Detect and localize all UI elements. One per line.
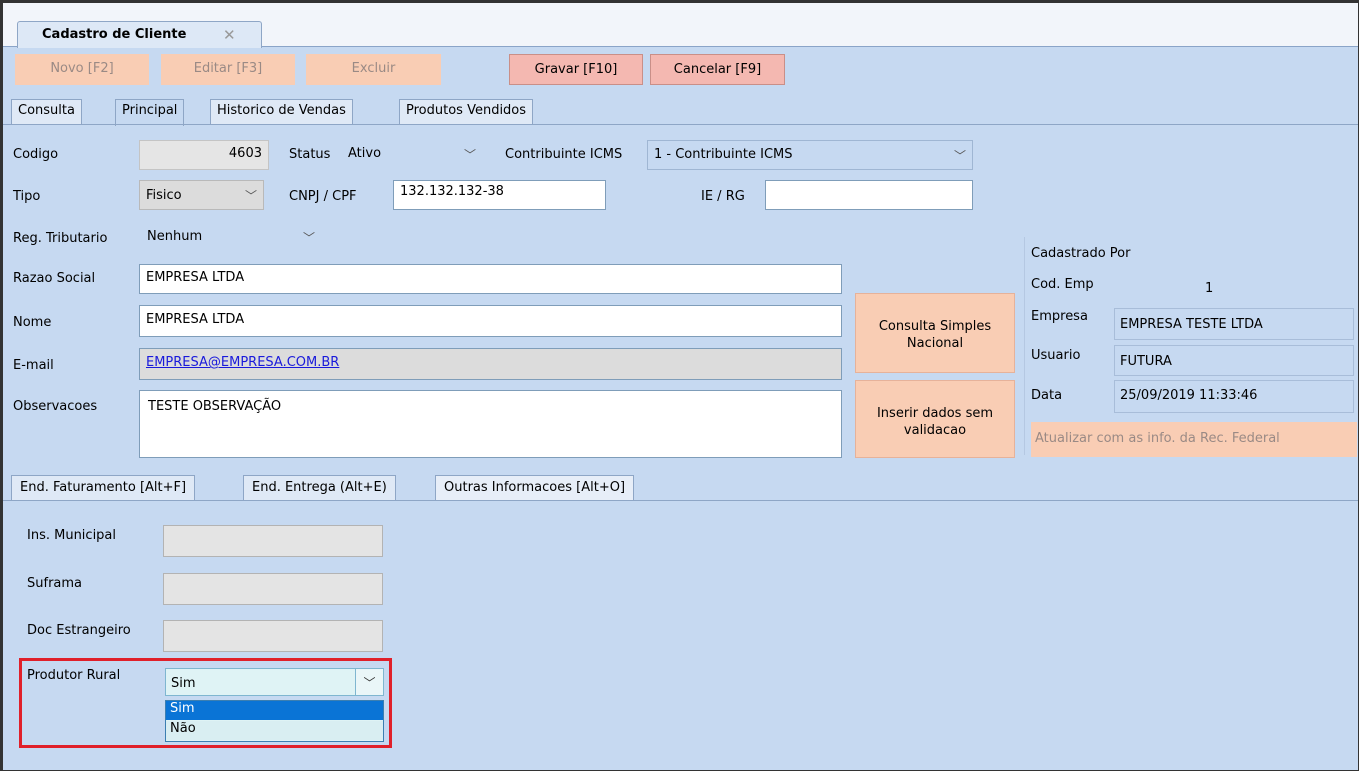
- status-select[interactable]: Ativo ﹀: [342, 140, 482, 170]
- tab-principal[interactable]: Principal: [115, 99, 185, 126]
- inserir-dados-sem-validacao-button[interactable]: Inserir dados sem validacao: [855, 380, 1015, 458]
- nome-label: Nome: [13, 315, 52, 330]
- icms-label: Contribuinte ICMS: [505, 147, 623, 162]
- status-label: Status: [289, 147, 331, 162]
- suframa-label: Suframa: [27, 576, 83, 591]
- inserir-line2: validacao: [903, 423, 967, 438]
- tab-end-entrega[interactable]: End. Entrega (Alt+E): [243, 475, 396, 501]
- codigo-field[interactable]: 4603: [139, 140, 269, 170]
- ie-field[interactable]: [765, 180, 973, 210]
- produtor-rural-select[interactable]: Sim ﹀: [165, 668, 384, 696]
- icms-select[interactable]: 1 - Contribuinte ICMS ﹀: [647, 140, 973, 170]
- reg-tributario-label: Reg. Tributario: [13, 231, 108, 246]
- razao-social-field[interactable]: EMPRESA LTDA: [139, 264, 842, 294]
- tab-produtos-vendidos[interactable]: Produtos Vendidos: [399, 99, 534, 124]
- document-tabstrip: Cadastro de Cliente ✕: [3, 3, 1358, 48]
- cadastrado-por-heading: Cadastrado Por: [1031, 246, 1131, 261]
- razao-social-label: Razao Social: [13, 271, 96, 286]
- chevron-down-icon: ﹀: [953, 149, 966, 163]
- tipo-value: Fisico: [146, 188, 182, 203]
- doc-estrangeiro-label: Doc Estrangeiro: [27, 623, 131, 638]
- data-label: Data: [1031, 388, 1063, 403]
- chevron-down-icon[interactable]: ﹀: [355, 669, 383, 695]
- consulta-simples-nacional-button[interactable]: Consulta Simples Nacional: [855, 293, 1015, 373]
- observacoes-field[interactable]: TESTE OBSERVAÇÃO: [139, 390, 842, 458]
- excluir-button[interactable]: Excluir: [306, 54, 441, 85]
- toolbar: Novo [F2] Editar [F3] Excluir Gravar [F1…: [3, 48, 1358, 92]
- ie-label: IE / RG: [701, 189, 745, 204]
- observacoes-label: Observacoes: [13, 399, 98, 414]
- cancelar-button[interactable]: Cancelar [F9]: [650, 54, 785, 85]
- tipo-label: Tipo: [13, 189, 41, 204]
- document-tab-label: Cadastro de Cliente: [42, 27, 187, 42]
- email-field[interactable]: EMPRESA@EMPRESA.COM.BR: [139, 348, 842, 380]
- codigo-label: Codigo: [13, 147, 59, 162]
- dropdown-option-sim[interactable]: Sim: [166, 701, 383, 720]
- tab-end-faturamento[interactable]: End. Faturamento [Alt+F]: [11, 475, 196, 501]
- novo-button[interactable]: Novo [F2]: [15, 54, 149, 85]
- produtor-rural-dropdown-list: Sim Não: [165, 700, 384, 742]
- consulta-simples-line2: Nacional: [906, 336, 964, 351]
- empresa-label: Empresa: [1031, 309, 1088, 324]
- atualizar-rec-federal-button[interactable]: Atualizar com as info. da Rec. Federal: [1031, 422, 1357, 457]
- nome-field[interactable]: EMPRESA LTDA: [139, 305, 842, 337]
- chevron-down-icon: ﹀: [244, 189, 257, 203]
- icms-value: 1 - Contribuinte ICMS: [654, 147, 793, 162]
- usuario-label: Usuario: [1031, 348, 1081, 363]
- close-icon[interactable]: ✕: [223, 26, 236, 44]
- tab-divider: [3, 124, 1358, 125]
- empresa-value: EMPRESA TESTE LTDA: [1114, 308, 1354, 340]
- inserir-line1: Inserir dados sem: [876, 406, 994, 421]
- consulta-simples-line1: Consulta Simples: [878, 319, 992, 334]
- editar-button[interactable]: Editar [F3]: [161, 54, 295, 85]
- email-label: E-mail: [13, 358, 54, 373]
- ins-municipal-field[interactable]: [163, 525, 383, 557]
- app-window: Cadastro de Cliente ✕ Novo [F2] Editar […: [0, 0, 1359, 771]
- data-value: 25/09/2019 11:33:46: [1114, 380, 1354, 413]
- status-value: Ativo: [348, 146, 382, 161]
- bottom-tab-divider: [3, 500, 1358, 501]
- tab-consulta[interactable]: Consulta: [11, 99, 82, 124]
- cnpj-label: CNPJ / CPF: [289, 189, 357, 204]
- cod-emp-value: 1: [1205, 281, 1214, 296]
- chevron-down-icon: ﹀: [302, 231, 315, 245]
- tab-historico-vendas[interactable]: Historico de Vendas: [210, 99, 353, 124]
- tab-outras-informacoes[interactable]: Outras Informacoes [Alt+O]: [435, 475, 635, 501]
- cnpj-field[interactable]: 132.132.132-38: [393, 180, 606, 210]
- usuario-value: FUTURA: [1114, 345, 1354, 376]
- produtor-rural-label: Produtor Rural: [27, 668, 121, 683]
- email-link[interactable]: EMPRESA@EMPRESA.COM.BR: [146, 355, 339, 370]
- gravar-button[interactable]: Gravar [F10]: [509, 54, 643, 85]
- produtor-rural-value: Sim: [171, 676, 196, 691]
- ins-municipal-label: Ins. Municipal: [27, 528, 117, 543]
- suframa-field[interactable]: [163, 573, 383, 605]
- dropdown-option-nao[interactable]: Não: [166, 721, 383, 740]
- reg-tributario-value: Nenhum: [147, 229, 203, 244]
- chevron-down-icon: ﹀: [463, 148, 476, 162]
- doc-estrangeiro-field[interactable]: [163, 620, 383, 652]
- cod-emp-label: Cod. Emp: [1031, 277, 1094, 292]
- tipo-select[interactable]: Fisico ﹀: [139, 180, 264, 210]
- document-tab-cadastro-cliente[interactable]: Cadastro de Cliente ✕: [17, 21, 262, 48]
- reg-tributario-select[interactable]: Nenhum ﹀: [141, 223, 321, 253]
